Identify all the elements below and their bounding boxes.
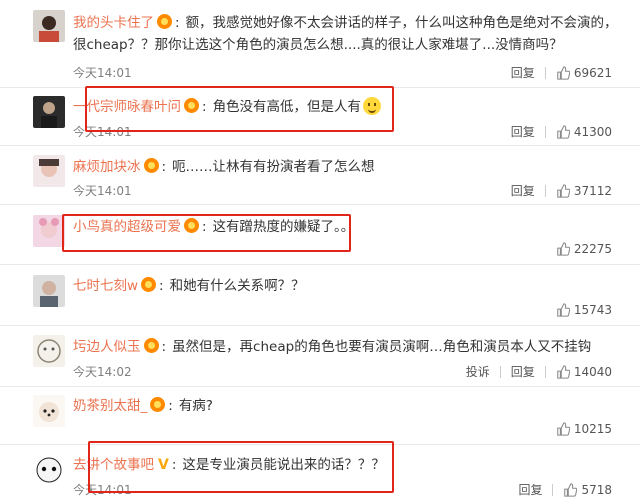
thumbs-up-icon [557, 183, 570, 198]
comment-username[interactable]: 圬边人似玉 [73, 339, 141, 355]
like-count: 22275 [573, 242, 612, 256]
like-button[interactable]: 37112 [556, 184, 612, 198]
like-count: 14040 [573, 364, 612, 379]
comment-username[interactable]: 七时七刻w [73, 278, 138, 294]
report-button[interactable]: 投诉 [466, 363, 490, 380]
member-badge-icon [143, 158, 159, 173]
reply-button[interactable]: 回复 [511, 64, 535, 81]
comment-time: 今天14:02 [73, 365, 132, 379]
thumbs-up-icon [557, 124, 570, 139]
vip-badge-icon: V [158, 457, 169, 473]
reply-button[interactable]: 回复 [511, 123, 535, 140]
reply-button[interactable]: 回复 [511, 182, 535, 199]
member-badge-icon [143, 338, 159, 353]
comment-item: 奶茶别太甜_: 有病? 10215 [0, 387, 640, 445]
like-count: 15743 [573, 303, 612, 317]
comment-time: 今天14:01 [73, 184, 132, 198]
divider [544, 184, 546, 197]
member-badge-icon [184, 98, 199, 113]
avatar[interactable] [33, 454, 65, 486]
comment-text: 虽然但是，再cheap的角色也要有演员演啊…角色和演员本人又不挂钩 [172, 339, 592, 355]
comment-text: 这是专业演员能说出来的话？？？ [182, 457, 385, 473]
comment-text: 额，我感觉她好像不太会讲话的样子，什么叫这种角色是绝对不会演的，很cheap？？… [73, 15, 618, 53]
comment-time: 今天14:01 [73, 125, 132, 139]
like-button[interactable]: 69621 [556, 66, 612, 80]
avatar[interactable] [33, 215, 65, 247]
divider [544, 66, 546, 79]
comment-text: 角色没有高低，但是人有 [212, 99, 362, 115]
avatar[interactable] [33, 395, 65, 427]
comment-username[interactable]: 一代宗师咏春叶问 [73, 99, 181, 115]
thumbs-up-icon [557, 364, 570, 379]
like-count: 37112 [573, 183, 612, 198]
avatar[interactable] [33, 275, 65, 307]
comment-username[interactable]: 去讲个故事吧 [73, 457, 154, 473]
like-button[interactable]: 41300 [556, 125, 612, 139]
member-badge-icon [141, 277, 157, 292]
like-button[interactable]: 10215 [556, 422, 612, 436]
comment-item: 去讲个故事吧 V: 这是专业演员能说出来的话？？？ 今天14:01 回复 5718 [0, 445, 640, 498]
divider [499, 365, 501, 378]
thumbs-up-icon [557, 303, 570, 317]
comment-text: 有病? [178, 398, 213, 414]
comment-item: 圬边人似玉: 虽然但是，再cheap的角色也要有演员演啊…角色和演员本人又不挂钩 … [0, 326, 640, 387]
thumbs-up-icon [557, 422, 570, 436]
comment-text: 和她有什么关系啊？？ [169, 278, 305, 294]
comment-item: 七时七刻w: 和她有什么关系啊？？ 15743 [0, 265, 640, 326]
like-button[interactable]: 5718 [563, 483, 612, 497]
avatar[interactable] [33, 96, 65, 128]
like-count: 10215 [573, 422, 612, 436]
like-count: 5718 [581, 482, 612, 497]
divider [544, 365, 546, 378]
avatar[interactable] [33, 155, 65, 187]
divider [552, 483, 554, 496]
comment-item: 我的头卡住了: 额，我感觉她好像不太会讲话的样子，什么叫这种角色是绝对不会演的，很… [0, 0, 640, 88]
comment-time: 今天14:01 [73, 483, 132, 497]
divider [544, 125, 546, 138]
comment-username[interactable]: 我的头卡住了 [73, 15, 154, 31]
like-count: 69621 [573, 65, 612, 80]
comment-username[interactable]: 麻烦加块冰 [73, 159, 141, 175]
reply-button[interactable]: 回复 [518, 481, 542, 498]
like-count: 41300 [573, 124, 612, 139]
member-badge-icon [184, 218, 199, 233]
member-badge-icon [157, 14, 172, 29]
comment-item: 一代宗师咏春叶问: 角色没有高低，但是人有 今天14:01 回复 41300 [0, 88, 640, 146]
thumbs-up-icon [557, 242, 570, 256]
avatar[interactable] [33, 335, 65, 367]
reply-button[interactable]: 回复 [511, 363, 535, 380]
comment-username[interactable]: 奶茶别太甜_ [73, 398, 147, 414]
member-badge-icon [150, 397, 166, 412]
like-button[interactable]: 14040 [556, 365, 612, 379]
thumbs-up-icon [564, 482, 578, 497]
comment-time: 今天14:01 [73, 66, 132, 80]
comment-username[interactable]: 小鸟真的超级可爱 [73, 219, 181, 235]
comment-text: 这有蹭热度的嫌疑了。。 [212, 219, 355, 235]
like-button[interactable]: 15743 [556, 303, 612, 317]
comment-text: 呃……让林有有扮演者看了怎么想 [172, 159, 375, 175]
like-button[interactable]: 22275 [556, 242, 612, 256]
smile-emoji-icon [363, 97, 382, 115]
thumbs-up-icon [557, 65, 570, 80]
comment-item: 麻烦加块冰: 呃……让林有有扮演者看了怎么想 今天14:01 回复 37112 [0, 146, 640, 205]
avatar[interactable] [33, 10, 65, 42]
comment-item: 小鸟真的超级可爱: 这有蹭热度的嫌疑了。。 22275 [0, 205, 640, 265]
